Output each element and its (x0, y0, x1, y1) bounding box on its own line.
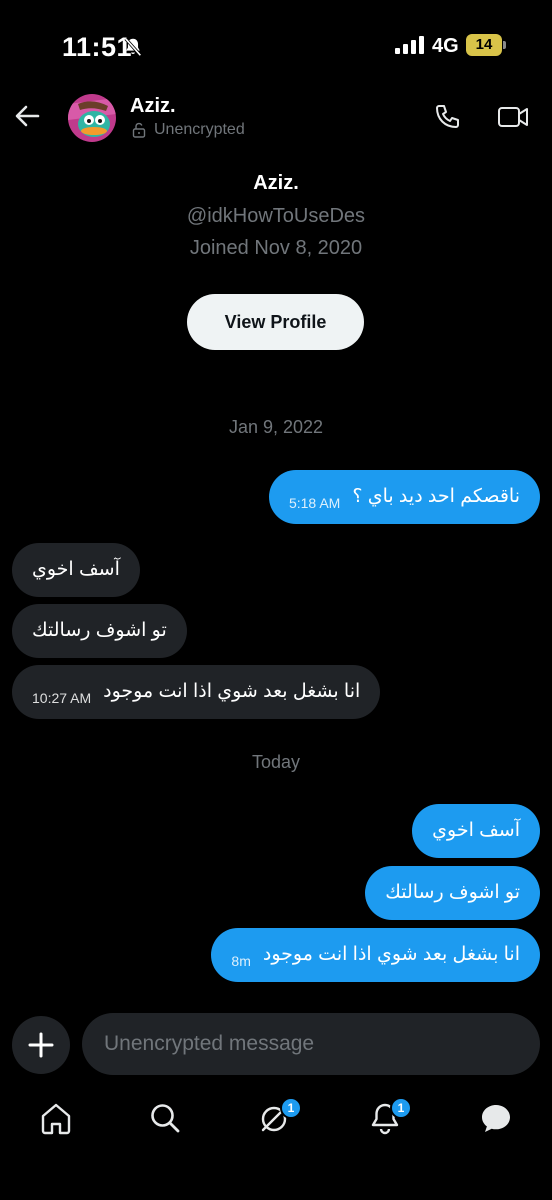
message-text: آسف اخوي (432, 820, 520, 841)
battery-icon: 14 (466, 34, 508, 56)
conversation-header: Aziz. Unencrypted (0, 86, 552, 150)
back-arrow-icon[interactable] (12, 100, 44, 132)
home-icon[interactable] (38, 1100, 74, 1136)
message-text: تو اشوف رسالتك (385, 882, 520, 903)
message-text: تو اشوف رسالتك (32, 620, 167, 641)
message-bubble-sent[interactable]: ناقصكم احد ديد باي ؟ 5:18 AM (268, 470, 540, 524)
status-bar: 11:51 4G 14 (0, 0, 552, 90)
add-media-button[interactable] (12, 1016, 70, 1074)
messages-icon[interactable] (478, 1100, 514, 1136)
message-text: آسف اخوي (32, 559, 120, 580)
signal-icon (395, 36, 424, 54)
grok-badge: 1 (280, 1097, 302, 1119)
network-type: 4G (432, 35, 459, 57)
message-bubble-sent[interactable]: تو اشوف رسالتك (365, 866, 540, 920)
search-icon[interactable] (147, 1100, 183, 1136)
avatar[interactable] (68, 94, 116, 142)
plus-icon (28, 1032, 54, 1058)
message-timestamp: 10:27 AM (32, 690, 92, 706)
encryption-status: Unencrypted (154, 121, 245, 138)
lock-open-icon (132, 122, 146, 138)
notifications-badge: 1 (390, 1097, 412, 1119)
message-text: انا بشغل بعد شوي اذا انت موجود (262, 944, 520, 965)
message-timestamp: 5:18 AM (288, 495, 341, 511)
message-bubble-sent[interactable]: آسف اخوي (412, 804, 540, 858)
date-separator: Jan 9, 2022 (228, 417, 324, 437)
message-input[interactable]: Unencrypted message (82, 1013, 540, 1075)
profile-joined-date: Joined Nov 8, 2020 (189, 237, 363, 259)
battery-level: 14 (475, 36, 493, 53)
message-bubble-received[interactable]: تو اشوف رسالتك (12, 604, 187, 658)
profile-name: Aziz. (253, 172, 299, 194)
message-input-placeholder: Unencrypted message (104, 1032, 315, 1055)
message-bubble-received[interactable]: آسف اخوي (12, 543, 140, 597)
view-profile-button[interactable]: View Profile (187, 294, 364, 350)
message-bubble-sent[interactable]: انا بشغل بعد شوي اذا انت موجود 8m (211, 928, 540, 982)
message-bubble-received[interactable]: انا بشغل بعد شوي اذا انت موجود 10:27 AM (12, 665, 381, 719)
message-text: ناقصكم احد ديد باي ؟ (352, 486, 520, 507)
contact-name[interactable]: Aziz. (130, 95, 176, 118)
message-text: انا بشغل بعد شوي اذا انت موجود (103, 681, 361, 702)
date-separator: Today (251, 752, 301, 772)
video-call-icon[interactable] (497, 103, 529, 131)
profile-handle: @idkHowToUseDes (186, 205, 366, 227)
bell-off-icon (124, 37, 142, 57)
phone-call-icon[interactable] (432, 102, 462, 132)
message-timestamp: 8m (231, 953, 251, 969)
